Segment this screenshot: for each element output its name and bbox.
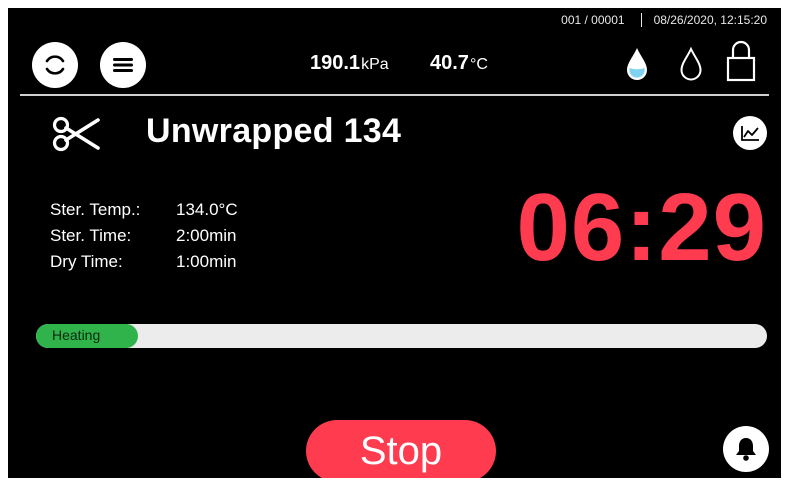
chart-icon <box>741 126 759 141</box>
header-divider <box>20 94 769 96</box>
param-value: 1:00min <box>176 252 237 271</box>
param-value: 134.0°C <box>176 200 238 219</box>
water-drop-empty-icon <box>680 46 702 81</box>
alarm-button[interactable] <box>723 426 769 472</box>
param-label: Dry Time: <box>50 252 123 271</box>
chart-button[interactable] <box>733 116 767 150</box>
device-screen: 001 / 00001 08/26/2020, 12:15:20 190.1kP… <box>8 8 781 478</box>
param-label: Ster. Temp.: <box>50 200 141 219</box>
param-row-ster-temp: Ster. Temp.: 134.0°C <box>50 197 238 223</box>
stop-button[interactable]: Stop <box>306 420 496 478</box>
param-label: Ster. Time: <box>50 226 132 245</box>
status-line: 001 / 00001 08/26/2020, 12:15:20 <box>561 13 767 27</box>
pressure-readout: 190.1kPa <box>310 52 389 75</box>
param-row-ster-time: Ster. Time: 2:00min <box>50 223 238 249</box>
temperature-readout: 40.7°C <box>430 52 488 75</box>
progress-bar: Heating <box>36 324 767 348</box>
refresh-button[interactable] <box>32 42 78 88</box>
program-title: Unwrapped 134 <box>146 112 402 150</box>
scissors-icon <box>52 116 100 152</box>
progress-label: Heating <box>52 327 101 343</box>
lock-icon <box>726 40 756 82</box>
param-row-dry-time: Dry Time: 1:00min <box>50 249 238 275</box>
program-parameters: Ster. Temp.: 134.0°C Ster. Time: 2:00min… <box>50 197 238 275</box>
bell-icon <box>736 438 756 461</box>
countdown-timer: 06:29 <box>516 174 767 281</box>
param-value: 2:00min <box>176 226 237 245</box>
refresh-icon <box>45 55 65 75</box>
temperature-unit: °C <box>469 56 488 73</box>
status-separator <box>640 13 642 27</box>
menu-button[interactable] <box>100 42 146 88</box>
date-time: 08/26/2020, 12:15:20 <box>653 13 767 27</box>
menu-icon <box>113 58 133 72</box>
pressure-unit: kPa <box>361 56 389 73</box>
temperature-value: 40.7 <box>430 52 469 74</box>
water-drop-filled-icon <box>627 48 647 80</box>
pressure-value: 190.1 <box>310 52 361 74</box>
cycle-counter: 001 / 00001 <box>561 13 625 27</box>
